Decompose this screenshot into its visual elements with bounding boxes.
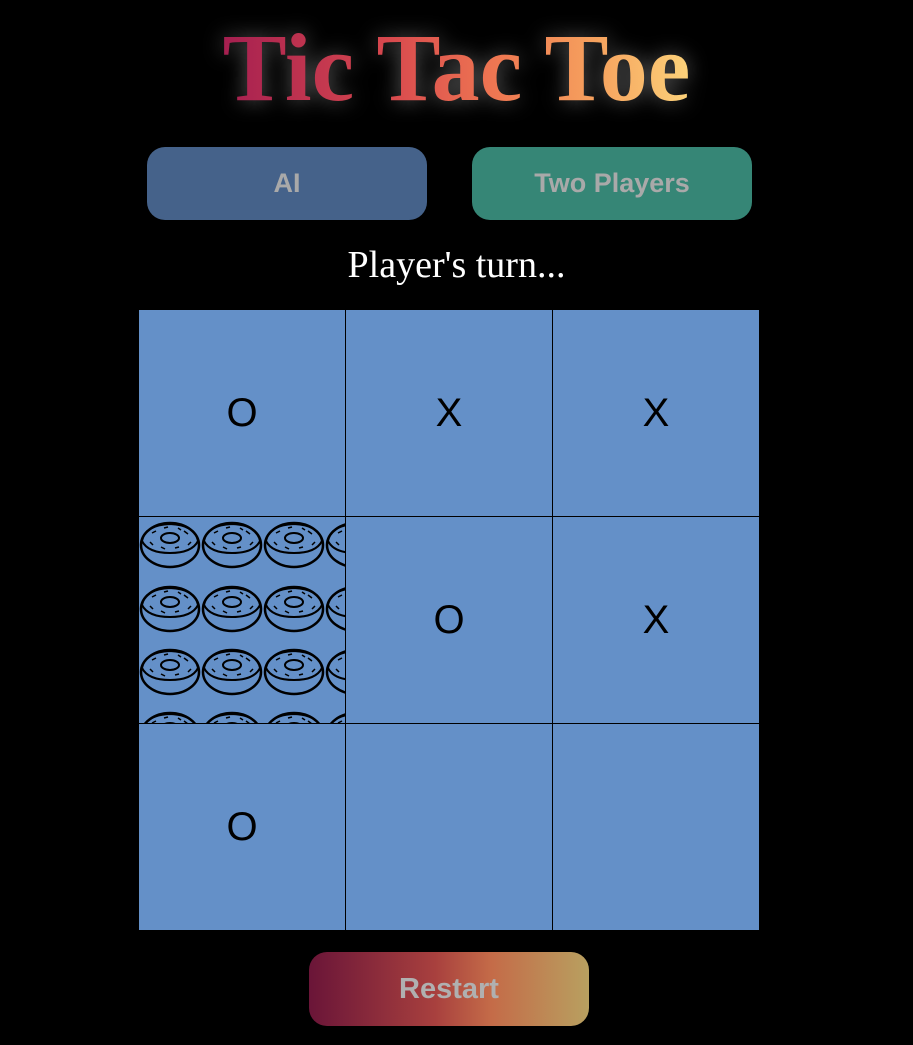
restart-button[interactable]: Restart — [309, 952, 589, 1026]
game-title: Tic Tac Toe — [0, 12, 913, 124]
board-cell-3[interactable]: X — [553, 310, 759, 516]
donut-pattern-icon — [139, 521, 345, 723]
board-cell-8[interactable] — [346, 724, 552, 930]
board-cell-6[interactable]: X — [553, 517, 759, 723]
turn-status: Player's turn... — [347, 244, 566, 286]
board-cell-9[interactable] — [553, 724, 759, 930]
board-cell-4[interactable] — [139, 517, 345, 723]
two-players-mode-button[interactable]: Two Players — [472, 147, 752, 220]
game-board: O X X O X O — [139, 310, 759, 930]
board-cell-1[interactable]: O — [139, 310, 345, 516]
board-cell-2[interactable]: X — [346, 310, 552, 516]
board-cell-7[interactable]: O — [139, 724, 345, 930]
board-cell-5[interactable]: O — [346, 517, 552, 723]
ai-mode-button[interactable]: AI — [147, 147, 427, 220]
game-title-text: Tic Tac Toe — [222, 14, 691, 121]
